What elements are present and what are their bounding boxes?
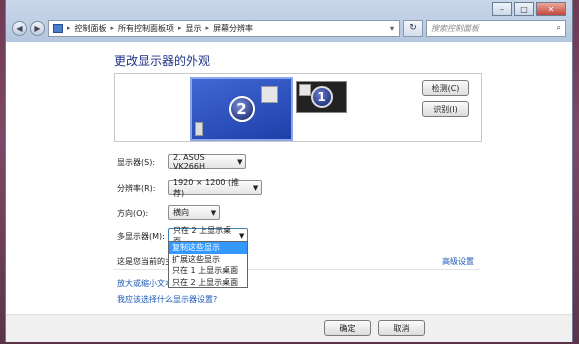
dropdown-option[interactable]: 扩展这些显示: [169, 254, 247, 266]
multi-display-dropdown: 复制这些显示 扩展这些显示 只在 1 上显示桌面 只在 2 上显示桌面: [168, 241, 248, 288]
breadcrumb-item[interactable]: 所有控制面板项: [118, 23, 174, 34]
button-bar: [6, 314, 572, 342]
forward-icon[interactable]: ▶: [30, 20, 45, 36]
resolution-label: 分辨率(R):: [117, 184, 156, 193]
detect-button[interactable]: 检测(C): [422, 80, 469, 96]
advanced-settings-link[interactable]: 高级设置: [442, 256, 474, 267]
window-controls: – □ ✕: [492, 2, 566, 16]
breadcrumb-item[interactable]: 屏幕分辨率: [213, 23, 253, 34]
page-title: 更改显示器的外观: [114, 54, 211, 68]
orientation-label: 方向(O):: [117, 209, 149, 218]
chevron-down-icon: ▼: [252, 183, 259, 192]
resolution-value: 1920 × 1200 (推荐): [173, 177, 240, 198]
display-label: 显示器(S):: [117, 158, 156, 167]
address-bar[interactable]: ▸ 控制面板 ▸ 所有控制面板项 ▸ 显示 ▸ 屏幕分辨率 ▾: [48, 19, 400, 37]
monitor-number: 1: [310, 86, 333, 108]
enlarge-text-link[interactable]: 放大或缩小文本: [117, 278, 173, 289]
breadcrumb-item[interactable]: 显示: [186, 23, 202, 34]
window-thumbnail: [195, 122, 203, 136]
chevron-down-icon[interactable]: ▾: [385, 24, 399, 33]
current-main-text: 这是您当前的主: [117, 257, 173, 266]
minimize-icon[interactable]: –: [492, 2, 512, 16]
display-value: 2. ASUS VK266H: [173, 152, 206, 171]
monitor-number: 2: [228, 96, 255, 122]
search-input[interactable]: 搜索控制面板 ⌕: [426, 19, 566, 37]
orientation-select[interactable]: 横向 ▼: [168, 205, 220, 220]
window: – □ ✕ ◀ ▶ ▸ 控制面板 ▸ 所有控制面板项 ▸ 显示 ▸ 屏幕分辨率 …: [5, 0, 573, 342]
ok-button[interactable]: 确定: [324, 320, 371, 336]
monitor-2[interactable]: 2: [190, 77, 293, 141]
back-icon[interactable]: ◀: [12, 20, 27, 36]
close-icon[interactable]: ✕: [536, 2, 566, 16]
dropdown-option[interactable]: 只在 1 上显示桌面: [169, 265, 247, 277]
control-panel-icon: [53, 23, 63, 33]
dropdown-option[interactable]: 只在 2 上显示桌面: [169, 277, 247, 289]
orientation-value: 横向: [173, 208, 189, 217]
breadcrumb-item[interactable]: 控制面板: [75, 23, 107, 34]
cancel-button[interactable]: 取消: [378, 320, 425, 336]
chevron-down-icon: ▼: [239, 231, 245, 240]
display-select[interactable]: 2. ASUS VK266H ▼: [168, 152, 246, 171]
chevron-down-icon: ▼: [210, 208, 217, 217]
maximize-icon[interactable]: □: [514, 2, 534, 16]
which-settings-link[interactable]: 我应该选择什么显示器设置?: [117, 294, 217, 305]
window-thumbnail: [261, 86, 278, 103]
window-thumbnail: [299, 84, 311, 96]
refresh-icon[interactable]: ↻: [403, 19, 423, 37]
resolution-select[interactable]: 1920 × 1200 (推荐) ▼: [168, 178, 262, 198]
identify-button[interactable]: 识别(I): [422, 101, 469, 117]
dropdown-option[interactable]: 复制这些显示: [169, 242, 247, 254]
navigation-bar: ◀ ▶ ▸ 控制面板 ▸ 所有控制面板项 ▸ 显示 ▸ 屏幕分辨率 ▾ ↻ 搜索…: [12, 19, 566, 37]
multi-display-label: 多显示器(M):: [117, 232, 165, 241]
search-placeholder: 搜索控制面板: [431, 23, 479, 33]
monitor-1[interactable]: 1: [296, 81, 347, 113]
search-icon[interactable]: ⌕: [557, 23, 561, 33]
chevron-down-icon: ▼: [237, 157, 243, 166]
